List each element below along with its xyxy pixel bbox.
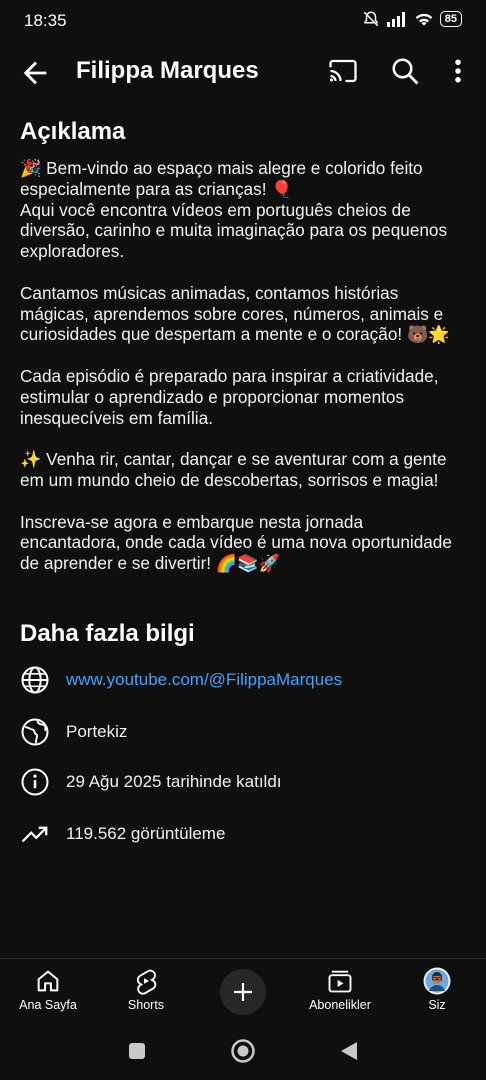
cast-icon[interactable] <box>328 56 358 86</box>
nav-shorts[interactable]: Shorts <box>101 959 191 1023</box>
status-bar: 18:35 85 <box>0 0 486 44</box>
channel-link-row[interactable]: www.youtube.com/@FilippaMarques <box>20 660 466 700</box>
nav-you-label: Siz <box>428 998 446 1012</box>
country-row: Portekiz <box>20 712 466 752</box>
app-bar: Filippa Marques <box>0 44 486 100</box>
globe-icon <box>21 666 49 694</box>
about-section: Açıklama 🎉 Bem-vindo ao espaço mais aleg… <box>20 118 466 574</box>
joined-row: 29 Ağu 2025 tarihinde katıldı <box>20 762 466 802</box>
nav-shorts-label: Shorts <box>127 998 165 1012</box>
signal-icon <box>386 12 405 27</box>
earth-icon <box>21 718 49 746</box>
create-button[interactable] <box>220 969 266 1015</box>
more-vert-icon[interactable] <box>443 56 473 86</box>
wifi-icon <box>415 13 433 26</box>
trending-icon <box>21 826 48 843</box>
nav-you[interactable]: Siz <box>392 959 482 1023</box>
home-icon <box>37 970 59 992</box>
subscriptions-icon <box>328 970 352 993</box>
back-triangle-icon[interactable] <box>339 1040 359 1062</box>
battery-indicator: 85 <box>439 11 462 27</box>
channel-description: 🎉 Bem-vindo ao espaço mais alegre e colo… <box>20 158 452 574</box>
description-heading: Açıklama <box>20 118 126 145</box>
search-icon[interactable] <box>390 56 420 86</box>
system-nav-bar <box>0 1022 486 1080</box>
recents-icon[interactable] <box>127 1041 147 1061</box>
views-row: 119.562 görüntüleme <box>20 814 466 854</box>
channel-link[interactable]: www.youtube.com/@FilippaMarques <box>66 670 342 690</box>
more-info-heading: Daha fazla bilgi <box>20 620 195 647</box>
nav-home[interactable]: Ana Sayfa <box>3 959 93 1023</box>
nav-subscriptions-label: Abonelikler <box>309 998 371 1012</box>
info-icon <box>21 768 49 796</box>
views-count-text: 119.562 görüntüleme <box>66 824 226 843</box>
shorts-icon <box>136 969 157 995</box>
status-time: 18:35 <box>24 11 67 30</box>
joined-date-text: 29 Ağu 2025 tarihinde katıldı <box>66 772 282 791</box>
avatar <box>423 967 451 995</box>
back-arrow-icon[interactable] <box>18 56 52 90</box>
nav-subscriptions[interactable]: Abonelikler <box>295 959 385 1023</box>
plus-icon <box>234 983 252 1001</box>
page-title: Filippa Marques <box>76 57 259 84</box>
nav-home-label: Ana Sayfa <box>19 998 77 1012</box>
bottom-nav: Ana Sayfa Shorts Abonelikler Siz <box>0 958 486 1023</box>
status-icons: 85 <box>362 10 462 28</box>
country-text: Portekiz <box>66 722 128 741</box>
mute-bell-icon <box>363 11 379 27</box>
home-circle-icon[interactable] <box>230 1038 256 1064</box>
